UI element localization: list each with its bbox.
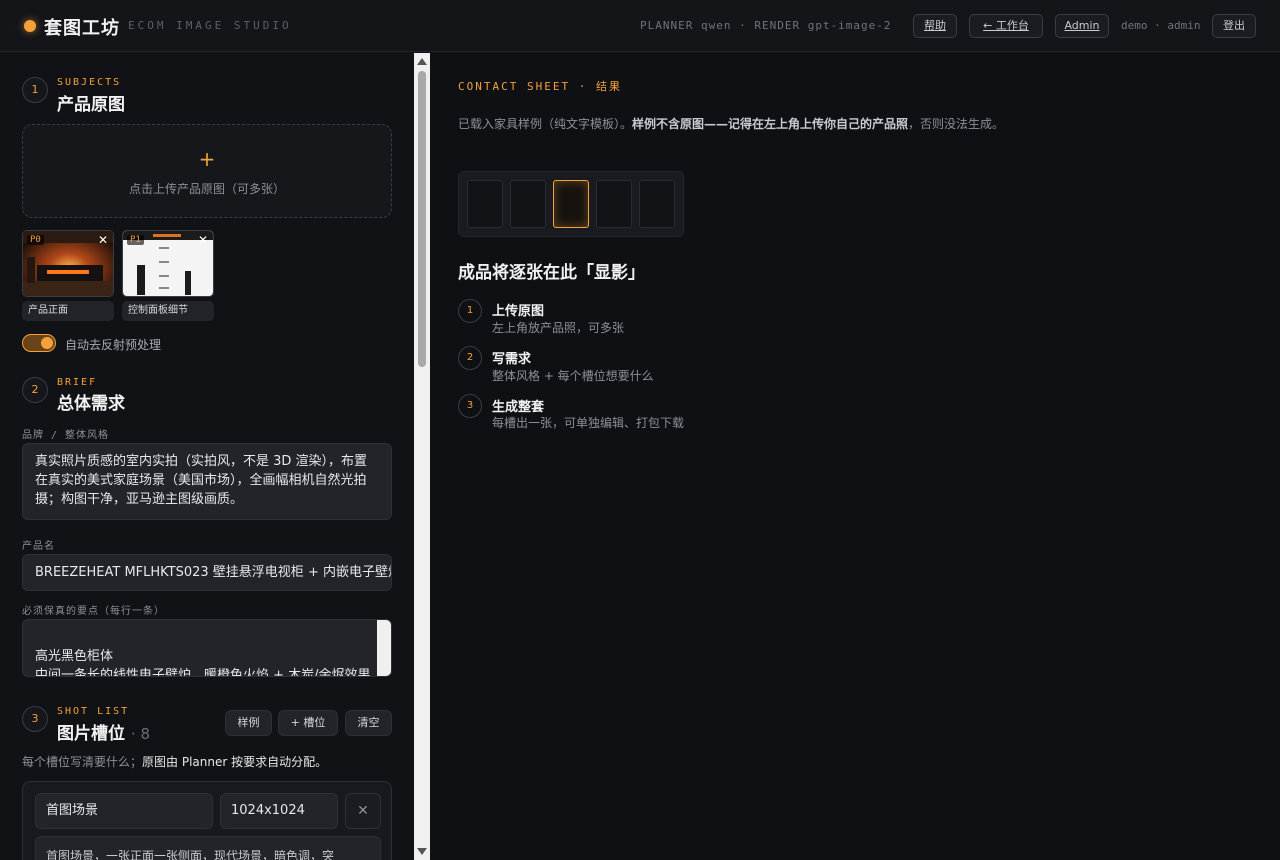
- slot-card: 首图场景 1024x1024 ✕ 首图场景，一张正面一张侧面，现代场景，暗色调，…: [22, 781, 392, 860]
- admin-button[interactable]: Admin: [1055, 14, 1109, 38]
- user-info: demo · admin: [1121, 19, 1201, 32]
- guide-step-number: 1: [458, 299, 482, 323]
- brief-tag: BRIEF: [57, 377, 98, 388]
- slot-desc-textarea[interactable]: 首图场景，一张正面一张侧面，现代场景，暗色调，突: [35, 836, 381, 860]
- model-info: PLANNER qwen · RENDER gpt-image-2: [640, 19, 892, 32]
- slot-name-input[interactable]: 首图场景: [35, 793, 213, 829]
- close-icon[interactable]: ✕: [196, 233, 210, 247]
- key-points-text: 高光黑色柜体 中间一条长的线性电子壁炉，暖橙色火焰 + 木炭/余烬效果: [35, 649, 371, 677]
- style-label: 品牌 / 整体风格: [22, 430, 110, 441]
- scroll-up-icon[interactable]: [417, 58, 427, 65]
- shot-hint: 每个槽位写清要什么；原图由 Planner 按要求自动分配。: [22, 753, 327, 770]
- guide-step-sub: 左上角放产品照，可多张: [492, 321, 625, 335]
- add-slot-button[interactable]: + 槽位: [278, 710, 338, 736]
- film-frame: [639, 180, 675, 228]
- develop-title: 成品将逐张在此「显影」: [458, 263, 645, 283]
- subjects-tag: SUBJECTS: [57, 77, 122, 88]
- film-frame: [467, 180, 503, 228]
- brand-subtitle: ECOM IMAGE STUDIO: [128, 19, 292, 32]
- close-icon[interactable]: ✕: [96, 233, 110, 247]
- remove-slot-icon[interactable]: ✕: [345, 793, 381, 829]
- upload-dropzone[interactable]: + 点击上传产品原图（可多张）: [22, 124, 392, 218]
- style-textarea[interactable]: 真实照片质感的室内实拍（实拍风，不是 3D 渲染），布置在真实的美式家庭场景（美…: [22, 443, 392, 520]
- scroll-thumb[interactable]: [418, 71, 426, 367]
- shot-hint-bold: 原图由 Planner 按要求自动分配。: [142, 755, 328, 769]
- notice-prefix: 已载入家具样例（纯文字模板）。: [458, 117, 633, 131]
- shot-list-title: 图片槽位 · 8: [57, 719, 150, 744]
- textarea-scrollbar[interactable]: [377, 620, 391, 676]
- product-image-thumb[interactable]: P0 ✕: [22, 230, 114, 297]
- help-button[interactable]: 帮助: [913, 14, 957, 38]
- notice-suffix: ，否则没法生成。: [908, 117, 1005, 131]
- toggle-label: 自动去反射预处理: [65, 338, 162, 352]
- film-frame: [510, 180, 546, 228]
- image-tag: P1: [127, 235, 144, 245]
- key-points-textarea[interactable]: 高光黑色柜体 中间一条长的线性电子壁炉，暖橙色火焰 + 木炭/余烬效果: [22, 619, 392, 677]
- image-caption: 产品正面: [22, 301, 114, 321]
- guide-step-title: 上传原图: [492, 304, 545, 319]
- guide-step-sub: 整体风格 + 每个槽位想要什么: [492, 369, 654, 383]
- guide-step-number: 2: [458, 346, 482, 370]
- result-panel: CONTACT SHEET · 结果 已载入家具样例（纯文字模板）。样例不含原图…: [430, 53, 1280, 860]
- contact-sheet-tag: CONTACT SHEET · 结果: [458, 80, 622, 93]
- logo-dot-icon: [24, 20, 36, 32]
- left-panel-scrollbar[interactable]: [414, 53, 430, 860]
- top-header: 套图工坊 ECOM IMAGE STUDIO PLANNER qwen · RE…: [0, 0, 1280, 52]
- workbench-button[interactable]: ← 工作台: [969, 14, 1043, 38]
- guide-step-title: 生成整套: [492, 400, 545, 415]
- subjects-title: 产品原图: [57, 95, 125, 115]
- key-points-label: 必须保真的要点（每行一条）: [22, 606, 165, 617]
- left-panel: 1 SUBJECTS 产品原图 + 点击上传产品原图（可多张） P0 ✕ 产品正…: [0, 53, 414, 860]
- step-number-2: 2: [22, 377, 48, 403]
- image-tag: P0: [27, 235, 44, 245]
- step-number-3: 3: [22, 706, 48, 732]
- brand-title: 套图工坊: [44, 18, 120, 39]
- brief-title: 总体需求: [57, 394, 125, 414]
- sample-notice: 已载入家具样例（纯文字模板）。样例不含原图——记得在左上角上传你自己的产品照，否…: [458, 115, 1004, 132]
- image-caption: 控制面板细节: [122, 301, 214, 321]
- guide-step-number: 3: [458, 394, 482, 418]
- product-image-thumb[interactable]: P1 ✕: [122, 230, 214, 297]
- shot-list-tag: SHOT LIST: [57, 706, 130, 717]
- guide-step-sub: 每槽出一张，可单独编辑、打包下载: [492, 416, 685, 430]
- plus-icon: +: [198, 147, 216, 171]
- upload-hint: 点击上传产品原图（可多张）: [128, 182, 285, 196]
- guide-step-title: 写需求: [492, 352, 532, 367]
- shot-list-title-text: 图片槽位: [57, 724, 125, 744]
- dereflection-toggle[interactable]: [22, 334, 56, 352]
- clear-button[interactable]: 清空: [345, 710, 392, 736]
- product-name-label: 产品名: [22, 541, 55, 552]
- film-frame: [596, 180, 632, 228]
- logout-button[interactable]: 登出: [1212, 14, 1256, 38]
- slot-size-select[interactable]: 1024x1024: [220, 793, 338, 829]
- film-frame-active: [553, 180, 589, 228]
- notice-bold: 样例不含原图——记得在左上角上传你自己的产品照: [632, 117, 909, 131]
- scroll-down-icon[interactable]: [417, 848, 427, 855]
- product-name-input[interactable]: BREEZEHEAT MFLHKTS023 壁挂悬浮电视柜 + 内嵌电子壁炉: [22, 554, 392, 591]
- step-number-1: 1: [22, 77, 48, 103]
- film-strip: [458, 171, 684, 237]
- toggle-knob: [41, 337, 53, 349]
- shot-hint-prefix: 每个槽位写清要什么；: [22, 755, 143, 769]
- sample-button[interactable]: 样例: [225, 710, 272, 736]
- shot-count: · 8: [130, 725, 151, 743]
